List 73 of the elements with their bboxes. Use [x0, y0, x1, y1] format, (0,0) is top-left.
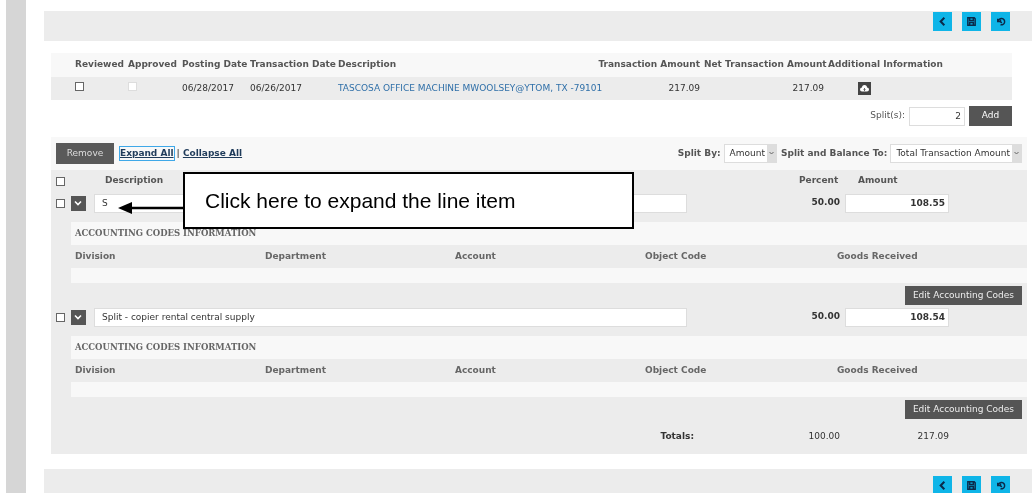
- toolbar-button[interactable]: [991, 476, 1010, 493]
- column-header: Account: [455, 363, 497, 377]
- panel-link[interactable]: Expand All: [120, 146, 174, 161]
- amount-input[interactable]: 108.54: [845, 307, 949, 327]
- totals-amount: 217.09: [916, 430, 949, 444]
- checkbox[interactable]: [56, 312, 65, 322]
- undo-icon: [995, 480, 1006, 491]
- totals-label: Totals:: [659, 430, 694, 444]
- chevron-left-icon: [937, 480, 948, 491]
- split-by-label: Split By:: [677, 146, 721, 160]
- toolbar-button[interactable]: [991, 12, 1010, 31]
- edit-codes-button[interactable]: Edit Accounting Codes: [905, 286, 1022, 305]
- amount-input[interactable]: 108.55: [845, 193, 949, 213]
- column-header: Reviewed: [75, 58, 125, 72]
- toolbar-button[interactable]: [933, 476, 952, 493]
- checkbox[interactable]: [56, 198, 65, 208]
- edit-codes-button[interactable]: Edit Accounting Codes: [905, 400, 1022, 419]
- checkbox[interactable]: [56, 176, 65, 186]
- balance-to-select[interactable]: Total Transaction Amount: [890, 144, 1022, 163]
- toolbar-button[interactable]: [962, 476, 981, 493]
- chevron-down-icon: [74, 314, 83, 320]
- column-header: Object Code: [645, 363, 708, 377]
- chevron-left-icon: [937, 16, 948, 27]
- table-cell: 217.09: [668, 82, 700, 93]
- remove-button[interactable]: Remove: [56, 143, 114, 164]
- toolbar-button[interactable]: [962, 12, 981, 31]
- toolbar-button[interactable]: [933, 12, 952, 31]
- link-separator: |: [176, 146, 180, 160]
- column-header: Goods Received: [837, 249, 919, 263]
- column-header: Transaction Date: [250, 58, 337, 72]
- column-header: Object Code: [645, 249, 708, 263]
- percent-value: 50.00: [810, 196, 840, 210]
- column-header: Department: [265, 249, 327, 263]
- checkbox[interactable]: [75, 81, 84, 91]
- table-cell: 06/26/2017: [250, 82, 302, 93]
- description-link[interactable]: TASCOSA OFFICE MACHINE MWOOLSEY@YTOM, TX -79101: [338, 82, 603, 93]
- dropdown-caret-icon: [767, 145, 776, 162]
- dropdown-caret-icon: [1012, 145, 1021, 162]
- section-title: ACCOUNTING CODES INFORMATION: [75, 227, 257, 240]
- column-header: Approved: [128, 58, 178, 72]
- totals-percent: 100.00: [807, 430, 840, 444]
- cloud-upload-icon: [860, 85, 869, 92]
- column-header: Posting Date: [182, 58, 249, 72]
- column-header: Goods Received: [837, 363, 919, 377]
- column-header: Division: [75, 249, 117, 263]
- splits-label: Split(s):: [870, 109, 905, 123]
- column-header: Description: [105, 174, 165, 188]
- section-title: ACCOUNTING CODES INFORMATION: [75, 341, 257, 354]
- column-header: Department: [265, 363, 327, 377]
- add-button[interactable]: Add: [969, 106, 1012, 126]
- percent-value: 50.00: [810, 310, 840, 324]
- column-header: Additional Information: [828, 58, 944, 72]
- column-header: Net Transaction Amount: [704, 58, 828, 72]
- upload-button[interactable]: [858, 82, 871, 95]
- balance-to-label: Split and Balance To:: [781, 146, 888, 160]
- undo-icon: [995, 16, 1006, 27]
- table-cell: 06/28/2017: [182, 82, 234, 93]
- column-header: Division: [75, 363, 117, 377]
- expand-button[interactable]: [71, 309, 86, 325]
- expand-button[interactable]: [71, 195, 86, 211]
- description-input[interactable]: Split - copier rental central supply: [94, 307, 687, 327]
- pointer-arrow: [118, 202, 183, 214]
- column-header: Percent: [799, 174, 840, 188]
- split-by-select[interactable]: Amount: [723, 144, 777, 163]
- panel-link[interactable]: Collapse All: [182, 146, 243, 161]
- splits-input[interactable]: 2: [909, 106, 965, 126]
- callout-tooltip: Click here to expand the line item: [183, 172, 634, 229]
- column-header: Amount: [858, 174, 899, 188]
- table-cell: 217.09: [792, 82, 824, 93]
- column-header: Account: [455, 249, 497, 263]
- column-header: Description: [338, 58, 398, 72]
- column-header: Transaction Amount: [597, 58, 701, 72]
- chevron-down-icon: [74, 200, 83, 206]
